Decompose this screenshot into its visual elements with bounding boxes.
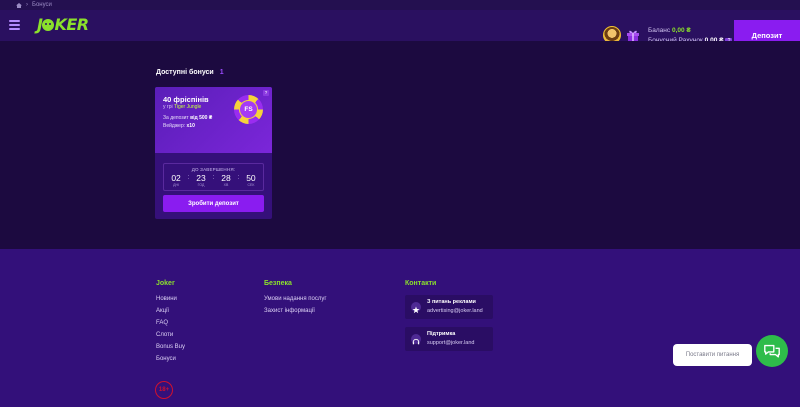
timer-separator: : — [187, 174, 190, 181]
timer-separator: : — [212, 174, 215, 181]
timer-seconds: 50 СЕК — [246, 173, 256, 187]
timer-hours: 23 ГОД — [196, 173, 206, 187]
footer-link-bonuses[interactable]: Бонуси — [156, 356, 176, 362]
chat-bubbles-icon — [764, 344, 780, 358]
footer-link-terms[interactable]: Умови надання послуг — [264, 296, 327, 302]
main-content: Доступні бонуси 1 40 фріспінів у грі Tige… — [0, 41, 800, 249]
balance-label: Баланс — [648, 27, 671, 34]
ask-question-input[interactable]: Поставити питання — [673, 344, 752, 366]
menu-icon[interactable] — [9, 20, 20, 30]
bonus-game: у грі Tiger Jungle — [163, 104, 202, 110]
bonus-deposit-condition: За депозит від 500 ₴ — [163, 115, 213, 121]
bonus-wager: Вейджер: x10 — [163, 123, 195, 129]
bonus-game-name[interactable]: Tiger Jungle — [174, 104, 201, 110]
footer-joker-title: Joker — [156, 280, 175, 287]
bonus-card: 40 фріспінів у грі Tiger Jungle За депоз… — [155, 87, 272, 219]
contact-advertising[interactable]: З питань реклами advertising@joker.land — [405, 295, 493, 319]
chip-label: FS — [239, 100, 258, 119]
footer-link-bonus-buy[interactable]: Bonus Buy — [156, 344, 185, 350]
contact-advertising-email[interactable]: advertising@joker.land — [427, 308, 483, 314]
gift-icon[interactable] — [626, 28, 640, 42]
countdown-timer: ДО ЗАВЕРШЕННЯ: 02 ДНІ : 23 ГОД : 28 ХВ : 50… — [163, 163, 264, 191]
joker-logo[interactable]: J KER — [37, 15, 89, 34]
age-restriction-badge: 18+ — [155, 381, 173, 399]
footer-security-title: Безпека — [264, 280, 292, 287]
contact-support[interactable]: Підтримка support@joker.land — [405, 327, 493, 351]
bonus-title: 40 фріспінів — [163, 95, 209, 104]
star-icon — [411, 302, 421, 314]
contact-advertising-title: З питань реклами — [427, 299, 476, 305]
footer-link-promotions[interactable]: Акції — [156, 308, 169, 314]
breadcrumb-current: Бонуси — [32, 2, 52, 8]
section-title: Доступні бонуси 1 — [156, 69, 224, 76]
breadcrumb-separator: › — [26, 2, 28, 8]
breadcrumb: › Бонуси — [0, 0, 800, 10]
timer-days: 02 ДНІ — [171, 173, 181, 187]
footer-link-faq[interactable]: FAQ — [156, 320, 168, 326]
contact-support-email[interactable]: support@joker.land — [427, 340, 474, 346]
bonus-count: 1 — [219, 69, 224, 76]
timer-label: ДО ЗАВЕРШЕННЯ: — [191, 167, 236, 172]
headset-icon — [411, 334, 421, 345]
contact-support-title: Підтримка — [427, 331, 456, 337]
timer-minutes: 28 ХВ — [221, 173, 231, 187]
home-icon[interactable] — [16, 2, 22, 8]
footer-link-slots[interactable]: Слоти — [156, 332, 173, 338]
bonus-card-header: 40 фріспінів у грі Tiger Jungle За депоз… — [155, 87, 272, 153]
footer-link-privacy[interactable]: Захист інформації — [264, 308, 315, 314]
make-deposit-button[interactable]: Зробити депозит — [163, 195, 264, 212]
top-header: JKER Баланс 0,00 ₴ Бонусний Рахунок 0,00… — [0, 10, 800, 51]
timer-separator: : — [237, 174, 240, 181]
footer — [0, 249, 800, 407]
free-spins-chip-icon: FS — [234, 95, 263, 124]
chat-button[interactable] — [756, 335, 788, 367]
bonus-help-icon[interactable]: ? — [263, 90, 269, 96]
footer-contacts-title: Контакти — [405, 280, 437, 287]
balance-value: 0,00 ₴ — [671, 27, 691, 34]
available-bonuses-title: Доступні бонуси — [156, 69, 214, 76]
footer-link-news[interactable]: Новини — [156, 296, 177, 302]
